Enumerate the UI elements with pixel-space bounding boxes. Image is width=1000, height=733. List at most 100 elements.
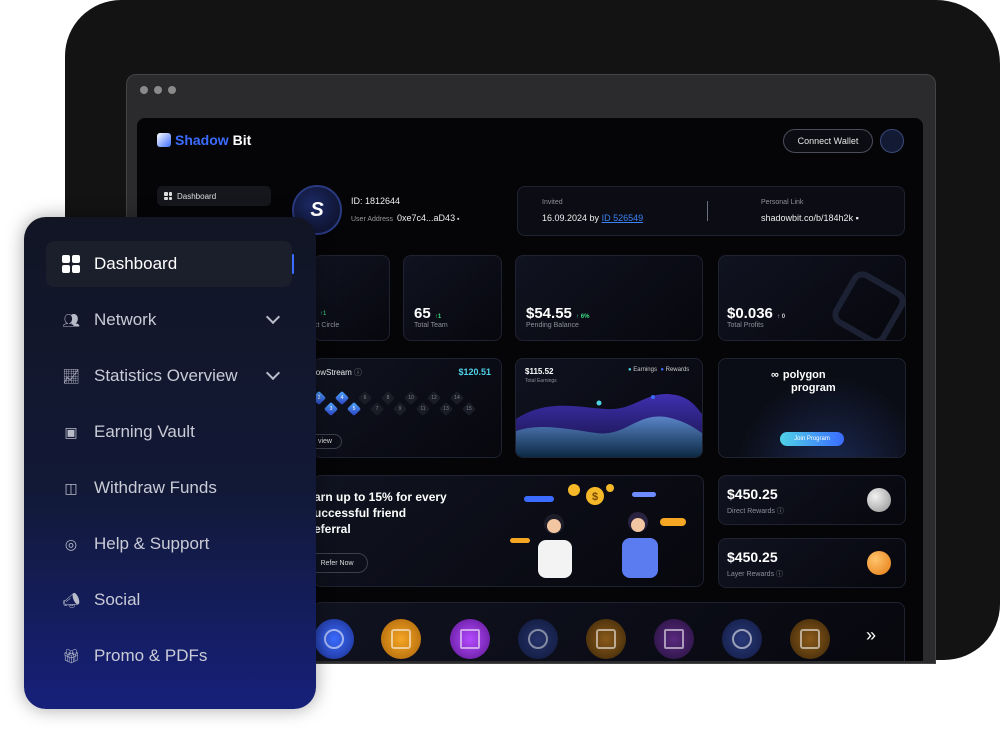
- user-address: User Address 0xe7c4...aD43 ▪: [351, 213, 460, 223]
- rewards-point[interactable]: [651, 395, 655, 399]
- level-node[interactable]: 9: [392, 401, 408, 417]
- level-number: 13: [443, 406, 449, 412]
- level-node[interactable]: 10: [403, 390, 419, 406]
- stat-label: Pending Balance: [526, 322, 579, 329]
- connect-wallet-button[interactable]: Connect Wallet: [783, 129, 873, 153]
- chevron-down-icon[interactable]: [265, 365, 281, 381]
- sidebar-item-label: Help & Support: [94, 534, 210, 553]
- sidebar-item-promo-pdfs[interactable]: 🎁︎ Promo & PDFs: [46, 633, 292, 679]
- sidebar-item-dashboard[interactable]: Dashboard: [157, 186, 271, 206]
- sidebar-item-label: Dashboard: [177, 191, 217, 201]
- stat-change: ↑1: [434, 314, 442, 320]
- stat-value: 65 ↑1: [414, 305, 441, 322]
- sidebar-item-earning-vault[interactable]: ▣ Earning Vault: [46, 409, 292, 455]
- flowstream-amount: $120.51: [458, 367, 491, 377]
- level-number: 15: [466, 406, 472, 412]
- sidebar: Dashboard 👥︎ Network 📈︎ Statistics Overv…: [24, 217, 316, 709]
- level-node[interactable]: 8: [380, 390, 396, 406]
- avatar[interactable]: [880, 129, 904, 153]
- level-node[interactable]: 13: [438, 401, 454, 417]
- sidebar-item-withdraw-funds[interactable]: ◫ Withdraw Funds: [46, 465, 292, 511]
- flowstream-title-text: lowStream: [314, 368, 352, 377]
- join-program-button[interactable]: Join Program: [780, 432, 844, 446]
- chevron-down-icon[interactable]: [265, 309, 281, 325]
- earnings-chart-card: $115.52 Total Earnings ● Earnings ● Rewa…: [515, 358, 703, 458]
- info-icon[interactable]: ⓘ: [354, 368, 362, 377]
- rank-badges-row: »: [313, 602, 905, 661]
- user-address-label: User Address: [351, 216, 394, 223]
- rank-badge-icon[interactable]: [586, 619, 626, 659]
- rank-badge-icon[interactable]: [790, 619, 830, 659]
- sidebar-item-help-support[interactable]: ◎ Help & Support: [46, 521, 292, 567]
- sidebar-item-statistics-overview[interactable]: 📈︎ Statistics Overview: [46, 353, 292, 399]
- level-number: 11: [420, 406, 426, 412]
- stat-change: ↑ 6%: [576, 314, 590, 320]
- level-node[interactable]: 14: [449, 390, 465, 406]
- invited-label: Invited: [542, 199, 563, 206]
- crown-badge-icon[interactable]: [654, 619, 694, 659]
- earnings-value: $115.52: [525, 367, 554, 376]
- level-node[interactable]: 7: [369, 401, 385, 417]
- legend-dot-icon: ●: [660, 367, 664, 373]
- chart-legend: ● Earnings ● Rewards: [628, 367, 689, 373]
- window-dot[interactable]: [140, 86, 148, 94]
- invite-card: Invited 16.09.2024 by ID 526549 Personal…: [517, 186, 905, 236]
- polygon-title-line2: program: [791, 382, 836, 394]
- user-address-value: 0xe7c4...aD43: [397, 213, 456, 223]
- stat-card-direct-circle: ↑1 ct Circle: [313, 255, 390, 341]
- view-button[interactable]: view: [314, 434, 342, 449]
- brand-logo[interactable]: Shadow Bit: [157, 132, 251, 148]
- rank-badge-icon[interactable]: [381, 619, 421, 659]
- level-number: 8: [386, 395, 390, 401]
- rank-badge-icon[interactable]: [518, 619, 558, 659]
- level-node[interactable]: 6: [357, 390, 373, 406]
- invited-by-link[interactable]: ID 526549: [602, 213, 644, 223]
- personal-link[interactable]: shadowbit.co/b/184h2k ▪: [761, 213, 859, 223]
- rank-badge-icon[interactable]: [314, 619, 354, 659]
- earnings-point[interactable]: [596, 400, 602, 406]
- megaphone-icon: 📣︎: [62, 591, 80, 608]
- double-chevron-right-icon[interactable]: »: [866, 625, 876, 646]
- sidebar-item-social[interactable]: 📣︎ Social: [46, 577, 292, 623]
- chart-icon: 📈︎: [62, 367, 80, 384]
- level-number: 3: [329, 406, 333, 412]
- svg-text:$: $: [592, 491, 598, 503]
- level-node[interactable]: 11: [415, 401, 431, 417]
- refer-now-button[interactable]: Refer Now: [314, 553, 368, 573]
- info-icon[interactable]: ⓘ: [777, 508, 784, 515]
- polygon-logo-icon: ∞: [771, 369, 779, 381]
- crown-badge-icon[interactable]: [450, 619, 490, 659]
- window-dot[interactable]: [154, 86, 162, 94]
- sidebar-item-network[interactable]: 👥︎ Network: [46, 297, 292, 343]
- legend-earnings: Earnings: [633, 367, 657, 373]
- info-icon[interactable]: ⓘ: [776, 571, 783, 578]
- copy-icon[interactable]: ▪: [457, 216, 459, 223]
- bronze-coin-icon: [867, 551, 891, 575]
- level-node[interactable]: 12: [426, 390, 442, 406]
- stat-label: ct Circle: [314, 322, 340, 329]
- personal-link-label: Personal Link: [761, 199, 804, 206]
- level-node[interactable]: 4: [334, 390, 350, 406]
- logo-icon: [157, 133, 171, 147]
- referral-illustration: $: [510, 484, 686, 578]
- referral-line: arn up to 15% for every: [314, 490, 447, 504]
- polygon-title-line1: polygon: [782, 369, 826, 381]
- active-indicator: [292, 254, 294, 274]
- level-node[interactable]: 15: [461, 401, 477, 417]
- sidebar-item-label: Withdraw Funds: [94, 478, 217, 497]
- level-node[interactable]: 3: [323, 401, 339, 417]
- sidebar-item-dashboard[interactable]: Dashboard: [46, 241, 292, 287]
- copy-icon[interactable]: ▪: [856, 213, 859, 223]
- referral-banner: arn up to 15% for every uccessful friend…: [313, 475, 704, 587]
- window-dot[interactable]: [168, 86, 176, 94]
- level-number: 4: [340, 395, 344, 401]
- level-number: 14: [454, 395, 460, 401]
- polygon-program-card: ∞ polygon program Join Program: [718, 358, 906, 458]
- level-node[interactable]: 5: [346, 401, 362, 417]
- referral-line: uccessful friend: [314, 506, 407, 520]
- rank-badge-icon[interactable]: [722, 619, 762, 659]
- direct-rewards-card: $450.25 Direct Rewards ⓘ: [718, 475, 906, 525]
- sidebar-item-label: Promo & PDFs: [94, 646, 208, 665]
- sidebar-item-label: Dashboard: [94, 254, 178, 273]
- level-number: 6: [363, 395, 367, 401]
